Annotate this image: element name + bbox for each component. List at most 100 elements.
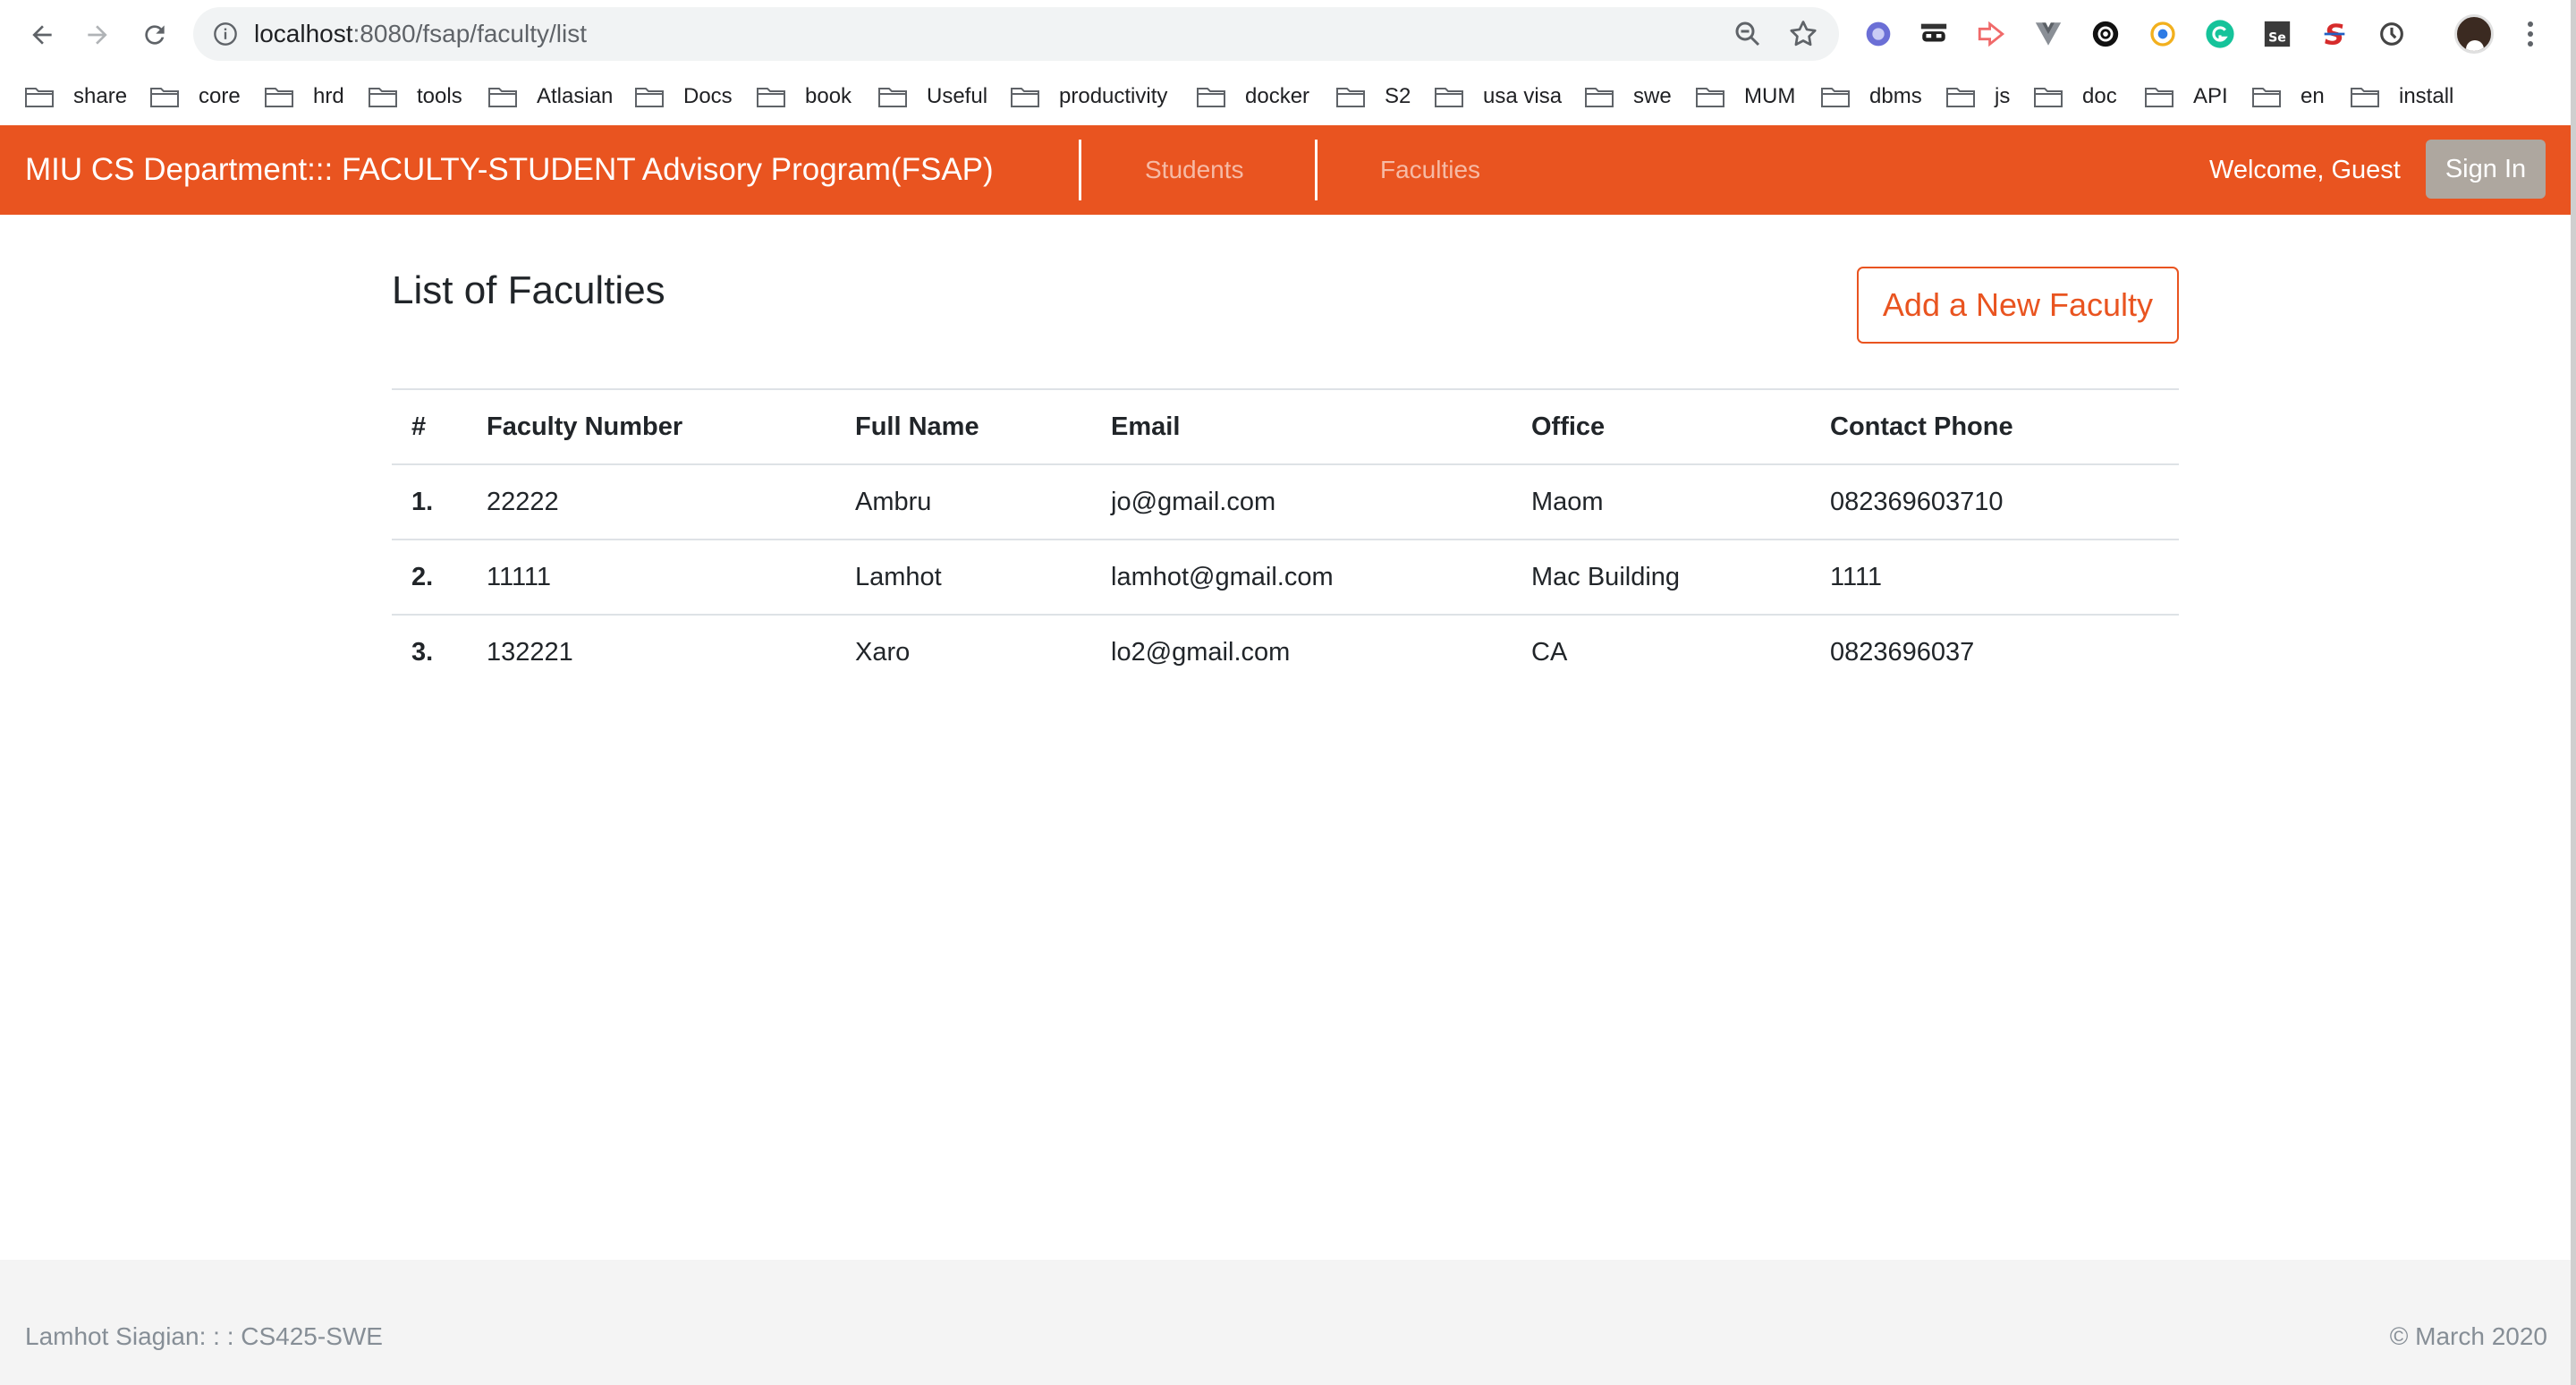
full-name-cell: Lamhot (855, 539, 1111, 615)
bookmark-label: install (2399, 84, 2454, 108)
folder-icon (2252, 86, 2281, 107)
folder-icon (2145, 86, 2174, 107)
bookmark-folder[interactable]: Atlasian (488, 68, 613, 125)
folder-icon (757, 86, 785, 107)
bookmark-label: docker (1245, 84, 1310, 108)
extension-s-icon[interactable]: S (2318, 18, 2351, 50)
zoom-icon[interactable] (1732, 18, 1764, 50)
brand-title[interactable]: MIU CS Department::: FACULTY-STUDENT Adv… (25, 125, 994, 215)
table-row: 1. 22222 Ambru jo@gmail.com Maom 0823696… (392, 463, 2179, 540)
faculty-number-cell: 132221 (487, 614, 855, 690)
profile-avatar[interactable] (2454, 14, 2494, 54)
app-navbar: MIU CS Department::: FACULTY-STUDENT Adv… (0, 125, 2571, 215)
nav-divider (1079, 140, 1081, 200)
bookmark-folder[interactable]: core (150, 68, 241, 125)
row-index: 2. (392, 539, 487, 615)
address-bar[interactable]: localhost:8080/fsap/faculty/list (193, 7, 1839, 61)
bookmark-folder[interactable]: js (1946, 68, 2010, 125)
folder-icon (1585, 86, 1614, 107)
folder-icon (1435, 86, 1463, 107)
forward-icon[interactable] (75, 13, 120, 57)
full-name-cell: Ambru (855, 463, 1111, 540)
folder-icon (1946, 86, 1975, 107)
url-text[interactable]: localhost:8080/fsap/faculty/list (254, 7, 587, 61)
footer-copyright: © March 2020 (2389, 1322, 2547, 1350)
folder-icon (369, 86, 397, 107)
browser-menu-icon[interactable] (2517, 16, 2544, 52)
url-host: localhost (254, 20, 353, 47)
extension-globe-icon[interactable] (1862, 18, 1894, 50)
bookmark-label: dbms (1869, 84, 1922, 108)
reload-icon[interactable] (132, 13, 177, 57)
contact-phone-cell: 0823696037 (1830, 614, 2179, 690)
bookmark-label: hrd (313, 84, 344, 108)
folder-icon (265, 86, 293, 107)
column-header: Faculty Number (487, 388, 855, 464)
table-row: 2. 11111 Lamhot lamhot@gmail.com Mac Bui… (392, 539, 2179, 615)
nav-link-students[interactable]: Students (1145, 125, 1244, 215)
extension-sync-icon[interactable] (2376, 18, 2408, 50)
extension-arrow-icon[interactable] (1975, 18, 2007, 50)
row-index: 1. (392, 463, 487, 540)
folder-icon (878, 86, 907, 107)
bookmark-folder[interactable]: dbms (1821, 68, 1922, 125)
bookmark-label: share (73, 84, 128, 108)
extension-mask-icon[interactable] (1918, 18, 1950, 50)
extension-grammarly-icon[interactable] (2204, 18, 2236, 50)
bookmark-label: Atlasian (537, 84, 614, 108)
back-icon[interactable] (20, 13, 64, 57)
bookmark-label: core (199, 84, 241, 108)
bookmark-label: swe (1633, 84, 1672, 108)
bookmark-label: js (1995, 84, 2011, 108)
column-header: Contact Phone (1830, 388, 2179, 464)
bookmark-label: tools (417, 84, 462, 108)
bookmark-folder[interactable]: doc (2034, 68, 2117, 125)
welcome-text: Welcome, Guest (2209, 156, 2401, 184)
folder-icon (488, 86, 517, 107)
table-header-row: # Faculty Number Full Name Email Office … (392, 388, 2179, 464)
bookmark-folder[interactable]: docker (1197, 68, 1309, 125)
faculty-number-cell: 11111 (487, 539, 855, 615)
bookmark-folder[interactable]: S2 (1336, 68, 1411, 125)
folder-icon (1821, 86, 1850, 107)
bookmark-label: book (805, 84, 852, 108)
bookmark-folder[interactable]: usa visa (1435, 68, 1562, 125)
add-faculty-button[interactable]: Add a New Faculty (1857, 267, 2179, 344)
nav-link-faculties[interactable]: Faculties (1380, 125, 1480, 215)
bookmark-folder[interactable]: Docs (635, 68, 733, 125)
bookmark-folder[interactable]: install (2351, 68, 2453, 125)
column-header: Email (1111, 388, 1531, 464)
bookmark-folder[interactable]: MUM (1696, 68, 1795, 125)
bookmark-label: productivity (1059, 84, 1168, 108)
page-title: List of Faculties (392, 268, 665, 312)
column-header: # (392, 388, 487, 464)
bookmark-folder[interactable]: productivity (1011, 68, 1167, 125)
faculty-number-cell: 22222 (487, 463, 855, 540)
bookmark-folder[interactable]: hrd (265, 68, 344, 125)
folder-icon (1336, 86, 1365, 107)
office-cell: CA (1531, 614, 1830, 690)
extension-selenium-icon[interactable]: Se (2261, 18, 2293, 50)
bookmark-star-icon[interactable] (1787, 18, 1819, 50)
column-header: Full Name (855, 388, 1111, 464)
nav-divider (1315, 140, 1318, 200)
sign-in-button[interactable]: Sign In (2426, 140, 2546, 199)
browser-toolbar: localhost:8080/fsap/faculty/list Se S (0, 0, 2571, 68)
extension-vue-icon[interactable] (2032, 18, 2064, 50)
bookmark-folder[interactable]: en (2252, 68, 2325, 125)
extension-target-icon[interactable] (2147, 18, 2179, 50)
extension-camera-icon[interactable] (2089, 18, 2122, 50)
bookmark-folder[interactable]: swe (1585, 68, 1672, 125)
bookmark-label: doc (2082, 84, 2117, 108)
bookmark-label: API (2193, 84, 2228, 108)
bookmark-folder[interactable]: API (2145, 68, 2228, 125)
site-info-icon[interactable] (211, 20, 240, 48)
bookmark-folder[interactable]: book (757, 68, 852, 125)
folder-icon (25, 86, 54, 107)
folder-icon (2034, 86, 2063, 107)
folder-icon (1011, 86, 1039, 107)
bookmark-folder[interactable]: tools (369, 68, 462, 125)
bookmark-folder[interactable]: share (25, 68, 127, 125)
bookmark-folder[interactable]: Useful (878, 68, 987, 125)
bookmark-label: usa visa (1483, 84, 1563, 108)
